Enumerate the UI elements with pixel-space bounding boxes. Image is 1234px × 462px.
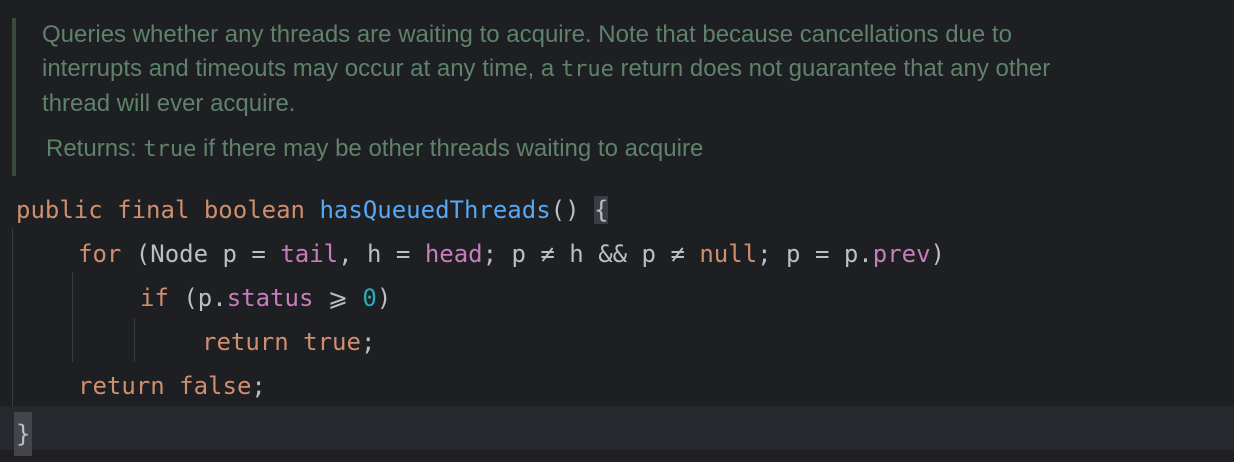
semicolon: ; xyxy=(360,328,376,356)
keyword-final: final xyxy=(117,196,190,224)
indent-guide-2 xyxy=(72,272,73,362)
javadoc-line-2-pre: interrupts and timeouts may occur at any… xyxy=(42,55,561,82)
keyword-if: if xyxy=(140,284,169,312)
if-text-2: ⩾ xyxy=(313,284,363,312)
for-text-4: ; p = p. xyxy=(757,240,873,268)
for-text-5: ) xyxy=(930,240,945,268)
keyword-boolean: boolean xyxy=(203,196,306,224)
keyword-for: for xyxy=(78,240,122,268)
semicolon-2: ; xyxy=(251,372,266,400)
javadoc-line-2-post: return does not guarantee that any other xyxy=(613,55,1051,82)
close-brace-highlight: } xyxy=(14,412,33,456)
keyword-true: true xyxy=(303,328,361,356)
for-text-3: ; p ≠ h && p ≠ xyxy=(482,240,700,268)
javadoc-line-3: thread will ever acquire. xyxy=(42,90,296,117)
javadoc-text: Queries whether any threads are waiting … xyxy=(42,18,1222,121)
javadoc-line-1: Queries whether any threads are waiting … xyxy=(42,21,1012,48)
returns-label: Returns: xyxy=(46,135,144,162)
indent-guide-1 xyxy=(12,228,13,406)
javadoc-gutter-bar xyxy=(12,18,16,176)
parens: () xyxy=(550,196,580,224)
code-line-6-current[interactable]: } xyxy=(0,406,1234,456)
method-name: hasQueuedThreads xyxy=(319,196,551,224)
if-text-1: (p. xyxy=(168,284,227,312)
javadoc-returns: Returns: true if there may be other thre… xyxy=(46,132,703,167)
returns-text: if there may be other threads waiting to… xyxy=(196,135,704,162)
code-line-4[interactable]: return true; xyxy=(202,320,375,364)
keyword-return: return xyxy=(202,328,289,356)
javadoc-block: Queries whether any threads are waiting … xyxy=(0,0,1234,180)
open-brace-highlight: { xyxy=(594,196,609,224)
javadoc-line-2: interrupts and timeouts may occur at any… xyxy=(42,52,1222,87)
indent-guide-3 xyxy=(134,318,135,362)
code-line-3[interactable]: if (p.status ⩾ 0) xyxy=(140,276,391,320)
keyword-return-2: return xyxy=(78,372,165,400)
for-text-2: , h = xyxy=(338,240,425,268)
keyword-false: false xyxy=(179,372,252,400)
field-tail: tail xyxy=(280,240,339,268)
field-head: head xyxy=(424,240,483,268)
code-line-2[interactable]: for (Node p = tail, h = head; p ≠ h && p… xyxy=(78,232,945,276)
keyword-null: null xyxy=(699,240,758,268)
code-line-1[interactable]: public final boolean hasQueuedThreads() … xyxy=(16,188,609,232)
if-text-3: ) xyxy=(376,284,392,312)
field-status: status xyxy=(226,284,314,312)
javadoc-inline-code: true xyxy=(560,57,614,82)
returns-code: true xyxy=(143,137,197,162)
for-text-1: (Node p = xyxy=(121,240,281,268)
field-prev: prev xyxy=(872,240,931,268)
number-literal: 0 xyxy=(362,284,377,312)
keyword-public: public xyxy=(16,196,103,224)
code-line-5[interactable]: return false; xyxy=(78,364,266,408)
